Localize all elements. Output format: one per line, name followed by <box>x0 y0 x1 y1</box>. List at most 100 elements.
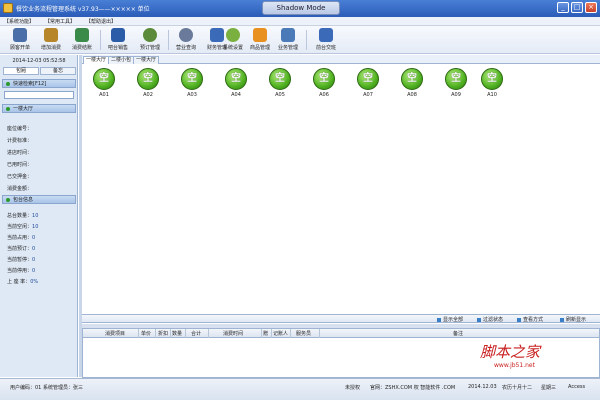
stat-value: 10 <box>32 213 39 219</box>
filter-status-button[interactable]: 过滤状态 <box>477 316 503 323</box>
status-user: 用户编码：01 系统管理员：张三 <box>10 385 83 391</box>
close-button[interactable]: × <box>585 2 597 13</box>
tab-rooms[interactable]: 包厢 <box>3 67 39 75</box>
tab-area-small-2[interactable]: 二楼小包 <box>108 56 135 64</box>
customer-open-button[interactable]: 顾客开单 <box>4 28 36 52</box>
stat-paused: 当前暂停：0 <box>7 256 35 263</box>
business-icon <box>281 28 295 42</box>
info-rate: 计费标准： <box>7 138 33 144</box>
col-discount[interactable]: 折扣 <box>158 330 168 337</box>
add-consume-icon <box>44 28 58 42</box>
toolbar-label: 前台交班 <box>315 45 336 51</box>
column-divider <box>208 329 209 338</box>
col-item[interactable]: 消费项目 <box>105 330 125 337</box>
info-deposit: 已交押金： <box>7 174 33 180</box>
view-mode-button[interactable]: 查看方式 <box>517 316 543 323</box>
quick-search-input[interactable] <box>4 91 74 99</box>
tab-area-hall-1[interactable]: 一楼大厅 <box>83 56 110 64</box>
area-title: 一楼大厅 <box>13 106 34 112</box>
room-tile[interactable]: 空 A10 <box>480 68 504 104</box>
col-time[interactable]: 消费时间 <box>223 330 243 337</box>
stat-value: 0 <box>32 268 36 274</box>
toolbar-label: 顾客开单 <box>9 45 30 51</box>
toolbar-divider <box>168 30 169 50</box>
app-icon <box>3 3 13 13</box>
room-tile[interactable]: 空 A09 <box>444 68 468 104</box>
stat-label: 上 座 率： <box>7 279 31 285</box>
stat-free: 当前空闲：10 <box>7 223 38 230</box>
bar-sales-button[interactable]: 吧台销售 <box>102 28 134 52</box>
menu-system[interactable]: 【系统功能】 <box>4 18 34 25</box>
stats-icon <box>6 198 10 202</box>
room-code: A06 <box>319 92 329 98</box>
view-options-bar: 显示全部 过滤状态 查看方式 刷新显示 <box>82 314 600 323</box>
room-tile[interactable]: 空 A02 <box>136 68 160 104</box>
menu-help[interactable]: 【帮助退出】 <box>86 18 116 25</box>
stat-total: 总台数量：10 <box>7 212 38 219</box>
room-code: A10 <box>487 92 497 98</box>
stat-label: 总台数量： <box>7 213 33 219</box>
stat-label: 当前暂停： <box>7 257 33 263</box>
tab-memo[interactable]: 备忘 <box>40 67 76 75</box>
tab-area-hall-3[interactable]: 一楼大厅 <box>133 56 160 64</box>
stat-label: 当前占用： <box>7 235 33 241</box>
business-query-button[interactable]: 营业查询 <box>170 28 202 52</box>
status-bar: 用户编码：01 系统管理员：张三 未授权 官网：ZSHX.COM 权 智能软件 … <box>0 378 600 400</box>
bar-sales-icon <box>111 28 125 42</box>
business-button[interactable]: 业务管理 <box>272 28 304 52</box>
stats-title: 包台信息 <box>13 197 34 203</box>
col-price[interactable]: 单价 <box>141 330 151 337</box>
add-consume-button[interactable]: 增加消费 <box>35 28 67 52</box>
toolbar-divider <box>100 30 101 50</box>
refresh-button[interactable]: 刷新显示 <box>560 316 586 323</box>
maximize-button[interactable]: □ <box>571 2 583 13</box>
watermark-text: 脚本之家 <box>480 343 541 361</box>
room-code: A04 <box>231 92 241 98</box>
room-tile[interactable]: 空 A06 <box>312 68 336 104</box>
toolbar-label: 消费结账 <box>71 45 92 51</box>
shift-handover-button[interactable]: 前台交班 <box>310 28 342 52</box>
customer-open-icon <box>13 28 27 42</box>
status-website[interactable]: 官网：ZSHX.COM 权 智能软件 .COM <box>370 384 455 391</box>
room-tile[interactable]: 空 A03 <box>180 68 204 104</box>
room-tile[interactable]: 空 A08 <box>400 68 424 104</box>
info-enter-time: 进店时间： <box>7 150 33 156</box>
column-divider <box>319 329 320 338</box>
stat-label: 当前预订： <box>7 246 33 252</box>
filter-icon <box>477 317 481 322</box>
left-sidebar: 2014-12-03 05:52:58 包厢 备忘 快速检索[F12] 一楼大厅… <box>0 55 78 377</box>
checkout-icon <box>75 28 89 42</box>
reservation-button[interactable]: 预订管理 <box>134 28 166 52</box>
col-waiter[interactable]: 服务员 <box>296 330 311 337</box>
room-tile[interactable]: 空 A01 <box>92 68 116 104</box>
goods-icon <box>253 28 267 42</box>
room-tile[interactable]: 空 A07 <box>356 68 380 104</box>
room-tile[interactable]: 空 A04 <box>224 68 248 104</box>
stat-reserved: 当前预订：0 <box>7 245 35 252</box>
reservation-icon <box>143 28 157 42</box>
col-total[interactable]: 合计 <box>191 330 201 337</box>
room-free-icon: 空 <box>137 68 159 90</box>
room-code: A02 <box>143 92 153 98</box>
col-remark[interactable]: 备注 <box>453 330 463 337</box>
room-free-icon: 空 <box>445 68 467 90</box>
room-free-icon: 空 <box>481 68 503 90</box>
col-qty[interactable]: 数量 <box>172 330 182 337</box>
area-tabstrip: 一楼大厅 二楼小包 一楼大厅 <box>82 55 600 64</box>
room-tile[interactable]: 空 A05 <box>268 68 292 104</box>
menu-bar: 【系统功能】 【常用工具】 【帮助退出】 <box>0 17 600 26</box>
stat-occupied: 当前占用：0 <box>7 234 35 241</box>
button-label: 显示全部 <box>443 317 464 323</box>
room-free-icon: 空 <box>313 68 335 90</box>
col-recorder[interactable]: 记账人 <box>273 330 288 337</box>
minimize-button[interactable]: _ <box>557 2 569 13</box>
checkout-button[interactable]: 消费结账 <box>66 28 98 52</box>
column-divider <box>138 329 139 338</box>
show-all-button[interactable]: 显示全部 <box>437 316 463 323</box>
toolbar-label: 业务管理 <box>277 45 298 51</box>
room-free-icon: 空 <box>269 68 291 90</box>
col-gift[interactable]: 赠 <box>263 330 268 337</box>
status-license: 未授权 <box>345 385 361 391</box>
column-divider <box>170 329 171 338</box>
menu-tools[interactable]: 【常用工具】 <box>45 18 75 25</box>
